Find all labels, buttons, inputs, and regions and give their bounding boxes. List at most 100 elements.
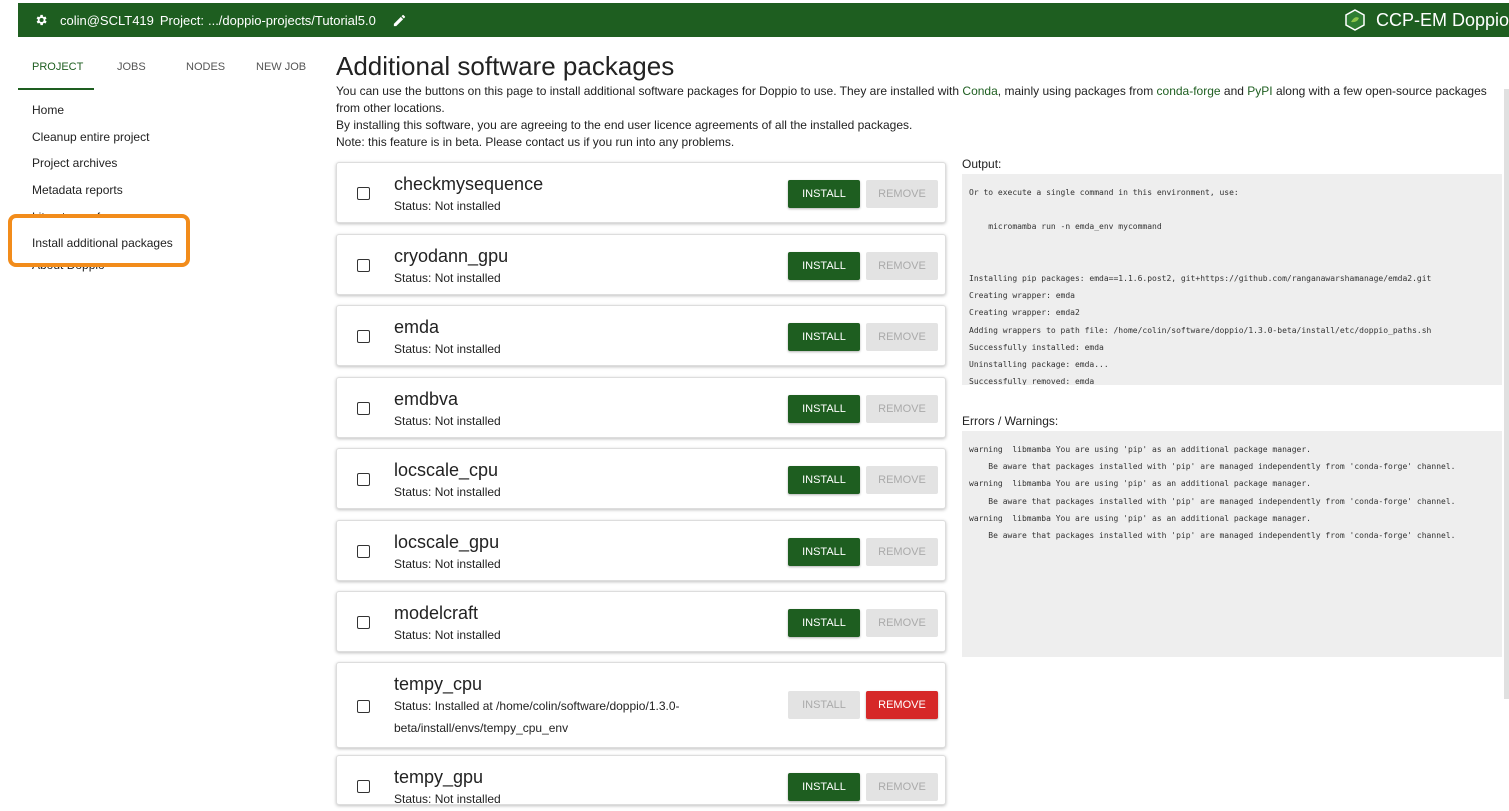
package-name: locscale_gpu <box>394 532 500 552</box>
description-line-3: Note: this feature is in beta. Please co… <box>336 135 735 149</box>
package-checkbox[interactable] <box>357 545 370 558</box>
brand: CCP-EM Doppio <box>1344 3 1509 37</box>
tab-new-job[interactable]: NEW JOB <box>256 61 306 73</box>
remove-button[interactable]: REMOVE <box>866 691 938 719</box>
sidebar-item-archives[interactable]: Project archives <box>32 156 149 183</box>
package-status: Status: Not installed <box>394 342 501 356</box>
output-line: Adding wrappers to path file: /home/coli… <box>969 325 1432 335</box>
remove-button[interactable]: REMOVE <box>866 773 938 801</box>
package-checkbox[interactable] <box>357 700 370 713</box>
package-status: Status: Not installed <box>394 485 501 499</box>
install-button[interactable]: INSTALL <box>788 252 860 280</box>
output-line: micromamba run -n emda_env mycommand <box>969 222 1162 232</box>
package-card: modelcraft Status: Not installed INSTALL RE… <box>336 591 946 652</box>
sidebar-item-home[interactable]: Home <box>32 103 149 130</box>
remove-button[interactable]: REMOVE <box>866 466 938 494</box>
package-name: emda <box>394 317 440 337</box>
desc-text: and <box>1220 84 1248 98</box>
pencil-icon[interactable] <box>392 13 407 28</box>
package-status: Status: Not installed <box>394 414 501 428</box>
install-button[interactable]: INSTALL <box>788 395 860 423</box>
active-tab-indicator <box>18 88 94 90</box>
package-checkbox[interactable] <box>357 187 370 200</box>
package-status: Status: Not installed <box>394 271 501 285</box>
package-status: Status: Installed at /home/colin/softwar… <box>394 699 680 735</box>
errors-log: warning libmamba You are using 'pip' as … <box>962 431 1502 657</box>
tab-project[interactable]: PROJECT <box>32 61 83 73</box>
description-line-2: By installing this software, you are agr… <box>336 118 913 132</box>
sidebar-item-metadata[interactable]: Metadata reports <box>32 183 149 210</box>
package-status: Status: Not installed <box>394 557 501 571</box>
install-button[interactable]: INSTALL <box>788 538 860 566</box>
package-checkbox[interactable] <box>357 330 370 343</box>
pypi-link[interactable]: PyPI <box>1247 84 1272 98</box>
scrollbar[interactable] <box>1504 89 1509 699</box>
gear-icon[interactable] <box>24 13 58 27</box>
highlight-box: Install additional packages <box>8 214 190 267</box>
package-name: cryodann_gpu <box>394 246 509 266</box>
brand-title: CCP-EM Doppio <box>1375 9 1509 30</box>
package-name: tempy_gpu <box>394 767 484 787</box>
output-line: Successfully installed: emda <box>969 342 1104 352</box>
top-bar: colin@SCLT419 Project: .../doppio-projec… <box>18 3 1509 37</box>
package-name: tempy_cpu <box>394 674 483 694</box>
package-card: checkmysequence Status: Not installed INST… <box>336 162 946 223</box>
package-card: locscale_cpu Status: Not installed INSTALL… <box>336 448 946 509</box>
remove-button[interactable]: REMOVE <box>866 395 938 423</box>
remove-button[interactable]: REMOVE <box>866 538 938 566</box>
desc-text: You can use the buttons on this page to … <box>336 84 963 98</box>
package-card: emda Status: Not installed INSTALL REMOVE <box>336 305 946 366</box>
output-label: Output: <box>962 157 1002 171</box>
project-label: Project: <box>159 12 204 28</box>
remove-button[interactable]: REMOVE <box>866 252 938 280</box>
remove-button[interactable]: REMOVE <box>866 323 938 351</box>
sidebar-item-cleanup[interactable]: Cleanup entire project <box>32 130 149 157</box>
error-line: warning libmamba You are using 'pip' as … <box>969 445 1311 454</box>
package-card: locscale_gpu Status: Not installed INSTALL… <box>336 520 946 581</box>
package-checkbox[interactable] <box>357 616 370 629</box>
user-name: colin@SCLT419 <box>60 12 154 28</box>
conda-forge-link[interactable]: conda-forge <box>1157 84 1221 98</box>
package-checkbox[interactable] <box>357 402 370 415</box>
package-checkbox[interactable] <box>357 473 370 486</box>
tab-jobs[interactable]: JOBS <box>117 61 146 73</box>
package-name: checkmysequence <box>394 174 544 194</box>
install-button[interactable]: INSTALL <box>788 180 860 208</box>
output-line: Creating wrapper: emda2 <box>969 308 1080 318</box>
sidebar-tabs: PROJECT JOBS NODES NEW JOB <box>18 61 326 87</box>
sidebar-item-install-packages[interactable]: Install additional packages <box>32 236 173 250</box>
install-button[interactable]: INSTALL <box>788 773 860 801</box>
output-line: Or to execute a single command in this e… <box>969 188 1239 197</box>
package-name: modelcraft <box>394 603 479 623</box>
conda-link[interactable]: Conda <box>962 84 997 98</box>
desc-text: , mainly using packages from <box>997 84 1157 98</box>
errors-label: Errors / Warnings: <box>962 414 1059 428</box>
main-content: Additional software packages You can use… <box>326 37 1509 811</box>
error-line: Be aware that packages installed with 'p… <box>969 531 1456 541</box>
sidebar: PROJECT JOBS NODES NEW JOB Home Cleanup … <box>18 37 326 811</box>
remove-button[interactable]: REMOVE <box>866 609 938 637</box>
install-button[interactable]: INSTALL <box>788 466 860 494</box>
install-button[interactable]: INSTALL <box>788 609 860 637</box>
package-checkbox[interactable] <box>357 780 370 793</box>
output-line: Successfully removed: emda <box>969 377 1095 385</box>
page-description: You can use the buttons on this page to … <box>336 83 1496 151</box>
package-card: emdbva Status: Not installed INSTALL REMOVE <box>336 377 946 438</box>
install-button[interactable]: INSTALL <box>788 323 860 351</box>
tab-nodes[interactable]: NODES <box>186 61 225 73</box>
package-card: cryodann_gpu Status: Not installed INSTALL… <box>336 234 946 295</box>
package-checkbox[interactable] <box>357 259 370 272</box>
error-line: Be aware that packages installed with 'p… <box>969 462 1456 472</box>
package-card: tempy_gpu Status: Not installed INSTALL REM… <box>336 755 946 806</box>
remove-button[interactable]: REMOVE <box>866 180 938 208</box>
package-status: Status: Not installed <box>394 792 501 806</box>
page-title: Additional software packages <box>336 51 675 81</box>
install-button[interactable]: INSTALL <box>788 691 860 719</box>
error-line: Be aware that packages installed with 'p… <box>969 496 1456 506</box>
package-status: Status: Not installed <box>394 199 501 213</box>
output-log: Or to execute a single command in this e… <box>962 174 1502 385</box>
package-name: emdbva <box>394 389 459 409</box>
